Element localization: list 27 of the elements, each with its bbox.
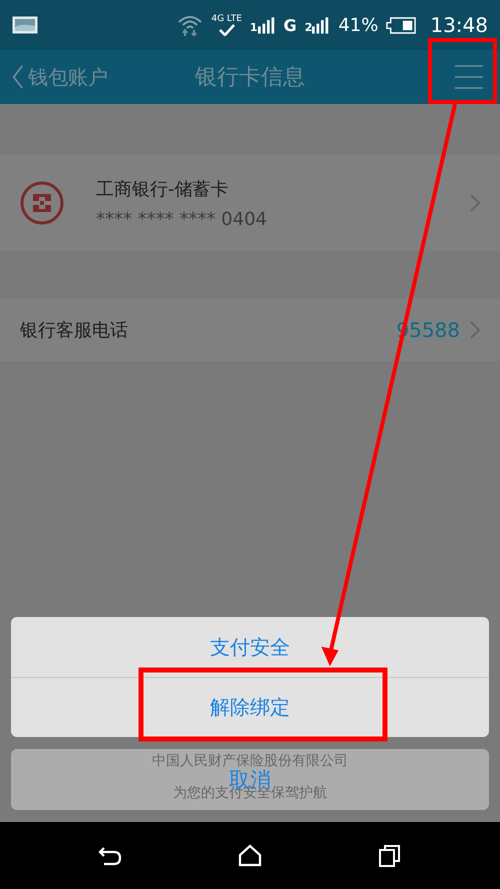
sim-label: 2: [304, 22, 312, 34]
chevron-right-icon: [470, 194, 480, 212]
bank-card-row[interactable]: 工商银行-储蓄卡 **** **** **** 0404: [0, 155, 500, 251]
hotline-label: 银行客服电话: [20, 319, 129, 342]
back-button[interactable]: 钱包账户: [0, 62, 108, 92]
network-label: 4G LTE: [211, 14, 242, 24]
home-icon[interactable]: [238, 844, 262, 868]
chevron-right-icon: [470, 321, 480, 339]
check-icon: [218, 24, 236, 36]
clock: 13:48: [430, 13, 488, 37]
recent-apps-icon[interactable]: [378, 844, 402, 868]
wifi-icon: [177, 14, 204, 36]
image-icon: [12, 16, 38, 34]
network-label: G: [284, 16, 297, 34]
signal-icon: [312, 16, 330, 34]
card-number: **** **** **** 0404: [96, 208, 268, 230]
action-item[interactable]: 解除绑定: [11, 677, 489, 737]
battery-percent: 41%: [338, 14, 378, 36]
action-item[interactable]: 支付安全: [11, 617, 489, 677]
footer-text: 中国人民财产保险股份有限公司: [152, 752, 348, 770]
card-name: 工商银行-储蓄卡: [96, 178, 230, 200]
annotation-box: [428, 38, 497, 104]
sim-label: 1: [250, 22, 258, 34]
bank-logo-icon: [20, 181, 64, 225]
page-title: 银行卡信息: [194, 64, 306, 92]
signal-icon: [258, 16, 276, 34]
battery-icon: [386, 16, 416, 34]
